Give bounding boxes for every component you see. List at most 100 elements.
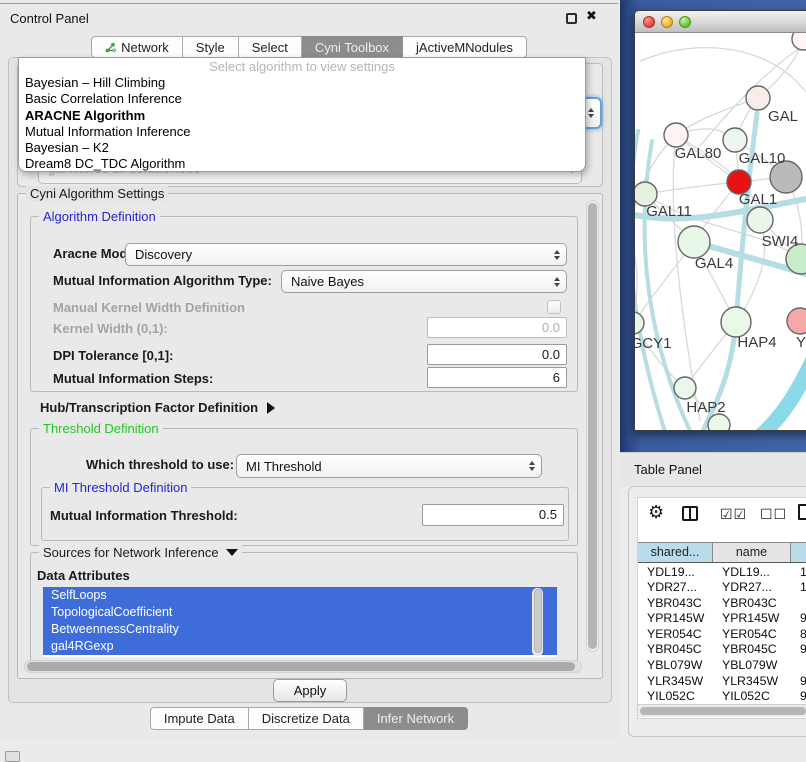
settings-horizontal-scrollbar[interactable] <box>24 660 582 673</box>
export-table-icon[interactable] <box>798 504 806 520</box>
table-cell: 12 <box>791 580 806 596</box>
table-hscroll-thumb[interactable] <box>640 707 806 715</box>
column-header-shared[interactable]: shared... <box>638 543 713 562</box>
settings-vscroll-thumb[interactable] <box>588 203 597 649</box>
kernel-width-field[interactable]: 0.0 <box>427 317 567 338</box>
select-all-checkboxes-icon[interactable]: ☑☑ <box>720 506 747 523</box>
column-header-name[interactable]: name <box>713 543 791 562</box>
settings-hscroll-thumb[interactable] <box>27 662 575 671</box>
sources-title-text: Sources for Network Inference <box>43 545 219 560</box>
algorithm-option-dream8-dc-tdc-algorithm[interactable]: Dream8 DC_TDC Algorithm <box>19 156 585 172</box>
tab-select[interactable]: Select <box>239 36 302 58</box>
list-scrollbar-thumb[interactable] <box>534 589 542 653</box>
tab-network[interactable]: Network <box>91 36 183 58</box>
control-panel-tab-bar: NetworkStyleSelectCyni ToolboxjActiveMNo… <box>0 36 618 58</box>
attribute-item-betweennesscentrality[interactable]: BetweennessCentrality <box>43 621 557 638</box>
table-row[interactable]: YDR27...YDR27...12 <box>638 580 806 596</box>
table-cell: YDL19... <box>713 565 791 581</box>
algorithm-option-basic-correlation-inference[interactable]: Basic Correlation Inference <box>19 91 585 107</box>
aracne-mode-combo[interactable]: Discovery <box>125 243 567 266</box>
node-label: SWI4 <box>762 233 799 250</box>
table-cell: YBR043C <box>713 596 791 612</box>
table-cell: YBL079W <box>713 658 791 674</box>
algorithm-option-bayesian-hill-climbing[interactable]: Bayesian – Hill Climbing <box>19 75 585 91</box>
table-row[interactable]: YBR045CYBR045C9. <box>638 642 806 658</box>
attribute-item-topologicalcoefficient[interactable]: TopologicalCoefficient <box>43 604 557 621</box>
network-node[interactable] <box>708 414 730 431</box>
list-scrollbar[interactable] <box>532 588 543 656</box>
tab-jactivemnodules[interactable]: jActiveMNodules <box>403 36 527 58</box>
attribute-item-gal4rgexp[interactable]: gal4RGexp <box>43 638 557 655</box>
algorithm-option-bayesian-k2[interactable]: Bayesian – K2 <box>19 140 585 156</box>
network-node[interactable] <box>674 377 696 399</box>
attribute-item-selfloops[interactable]: SelfLoops <box>43 587 557 604</box>
zoom-window-icon[interactable] <box>679 16 691 28</box>
column-header-a[interactable]: A <box>791 543 806 562</box>
which-threshold-combo[interactable]: MI Threshold <box>236 454 542 478</box>
close-panel-icon[interactable]: ✖ <box>586 8 597 24</box>
control-panel-title: Control Panel <box>10 11 89 26</box>
manual-kernel-label: Manual Kernel Width Definition <box>53 300 245 315</box>
deselect-all-checkboxes-icon[interactable]: ☐☐ <box>760 506 787 523</box>
table-cell: YIL052C <box>638 689 713 703</box>
network-node[interactable] <box>678 226 710 258</box>
tab-cyni-toolbox[interactable]: Cyni Toolbox <box>302 36 403 58</box>
table-row[interactable]: YIL052CYIL052C9. <box>638 689 806 703</box>
table-horizontal-scrollbar[interactable] <box>638 704 806 717</box>
bottom-tab-infer-network[interactable]: Infer Network <box>364 707 468 730</box>
settings-panel-title: Cyni Algorithm Settings <box>26 186 168 201</box>
manual-kernel-checkbox[interactable] <box>547 300 561 314</box>
tab-style[interactable]: Style <box>183 36 239 58</box>
data-attributes-list[interactable]: SelfLoopsTopologicalCoefficientBetweenne… <box>43 587 557 657</box>
algorithm-option-aracne-algorithm[interactable]: ARACNE Algorithm <box>19 108 585 124</box>
network-node[interactable] <box>635 312 644 334</box>
table-row[interactable]: YBR043CYBR043C <box>638 596 806 612</box>
table-row[interactable]: YPR145WYPR145W9. <box>638 611 806 627</box>
table-row[interactable]: YBL079WYBL079W <box>638 658 806 674</box>
bottom-tab-impute-data[interactable]: Impute Data <box>150 707 249 730</box>
table-cell: YBR043C <box>638 596 713 612</box>
close-window-icon[interactable] <box>643 16 655 28</box>
gear-icon[interactable]: ⚙ <box>648 502 664 523</box>
table-cell: 9. <box>791 642 806 658</box>
table-cell: 9. <box>791 689 806 703</box>
network-node[interactable] <box>721 307 751 337</box>
table-header-row: shared...nameA <box>638 542 806 563</box>
minimize-window-icon[interactable] <box>661 16 673 28</box>
threshold-definition-title: Threshold Definition <box>39 421 163 436</box>
panel-top-divider <box>0 3 618 4</box>
bottom-tab-discretize-data[interactable]: Discretize Data <box>249 707 364 730</box>
float-panel-icon[interactable] <box>566 13 577 24</box>
node-label: GAL80 <box>675 145 722 162</box>
network-node[interactable] <box>723 128 747 152</box>
network-node[interactable] <box>747 207 773 233</box>
mi-threshold-label: Mutual Information Threshold: <box>50 508 238 523</box>
table-row[interactable]: YLR345WYLR345W9. <box>638 674 806 690</box>
table-panel-title: Table Panel <box>634 462 702 477</box>
table-row[interactable]: YER054CYER054C8. <box>638 627 806 643</box>
sources-title[interactable]: Sources for Network Inference <box>39 545 242 560</box>
dpi-tolerance-field[interactable]: 0.0 <box>427 344 567 365</box>
table-cell: YDR27... <box>713 580 791 596</box>
hub-definition-toggle[interactable]: Hub/Transcription Factor Definition <box>40 400 275 415</box>
mi-threshold-field[interactable]: 0.5 <box>422 504 564 526</box>
minimized-panel-button[interactable] <box>5 751 20 762</box>
mi-type-combo[interactable]: Naive Bayes <box>281 270 567 293</box>
mi-type-label: Mutual Information Algorithm Type: <box>53 273 272 288</box>
network-node[interactable] <box>792 33 806 50</box>
algorithm-option-mutual-information-inference[interactable]: Mutual Information Inference <box>19 124 585 140</box>
settings-vertical-scrollbar[interactable] <box>586 200 599 652</box>
network-node[interactable] <box>664 123 688 147</box>
network-node[interactable] <box>787 308 806 334</box>
table-cell: YDL19... <box>638 565 713 581</box>
table-row[interactable]: YDL19...YDL19...13 <box>638 565 806 581</box>
network-canvas[interactable]: GAL GAL80 GAL10 GAL1 GAL11 SWI4 GAL4 GCY… <box>635 33 806 431</box>
apply-button[interactable]: Apply <box>273 679 347 702</box>
columns-icon[interactable] <box>682 506 698 521</box>
mi-steps-field[interactable]: 6 <box>427 367 567 388</box>
network-tab-icon <box>105 42 116 53</box>
network-window[interactable]: GAL GAL80 GAL10 GAL1 GAL11 SWI4 GAL4 GCY… <box>634 10 806 431</box>
network-node[interactable] <box>746 86 770 110</box>
dpi-tolerance-label: DPI Tolerance [0,1]: <box>53 348 173 363</box>
network-window-titlebar[interactable] <box>635 11 806 33</box>
